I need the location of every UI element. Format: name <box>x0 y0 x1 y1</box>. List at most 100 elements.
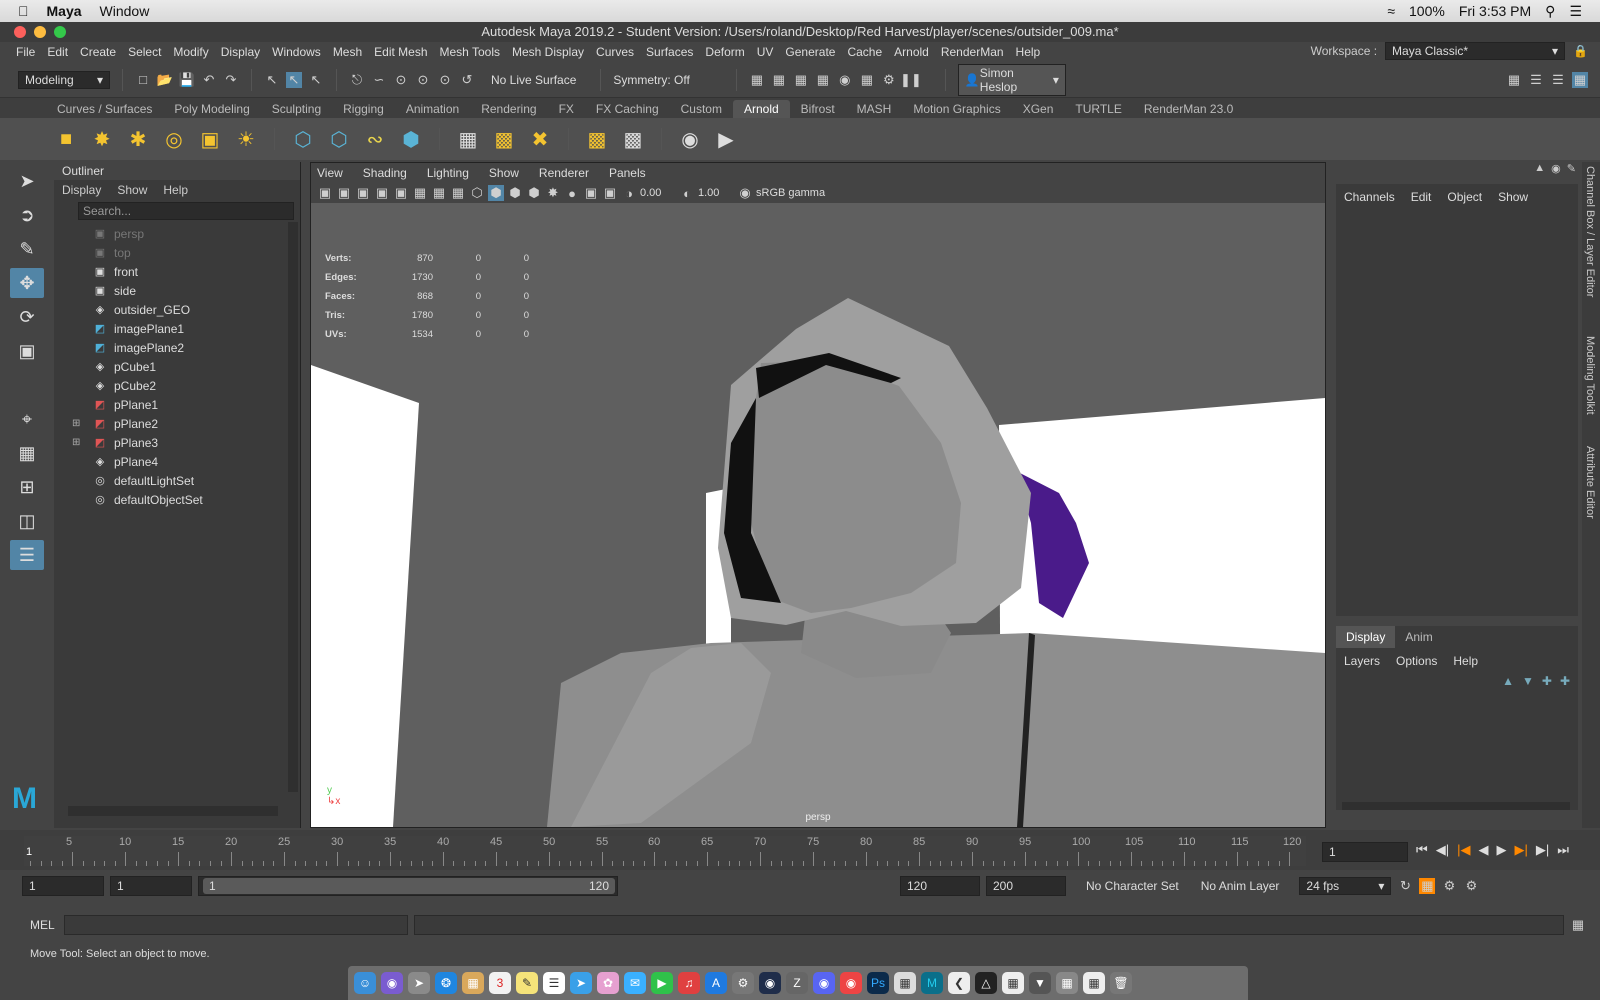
facetime-icon[interactable]: ▶ <box>651 972 673 994</box>
image-plane-toggle-icon[interactable]: ▣ <box>374 185 390 201</box>
vp-menu-show[interactable]: Show <box>489 166 519 180</box>
channel-info-icon[interactable]: ◉ <box>1551 162 1561 176</box>
menu-modify[interactable]: Modify <box>167 45 214 59</box>
expand-icon[interactable]: ⊞ <box>72 437 86 448</box>
document-icon[interactable]: ▦ <box>1083 972 1105 994</box>
mel-label[interactable]: MEL <box>0 918 64 932</box>
tab-rigging[interactable]: Rigging <box>332 100 395 118</box>
outliner-item[interactable]: ◩ pPlane1 <box>54 395 300 414</box>
chrome-icon[interactable]: ◉ <box>840 972 862 994</box>
skydome-light-icon[interactable]: ◎ <box>160 125 188 153</box>
maps-icon[interactable]: ➤ <box>570 972 592 994</box>
menu-create[interactable]: Create <box>74 45 122 59</box>
cb-menu-channels[interactable]: Channels <box>1344 190 1395 204</box>
outliner-item[interactable]: ◎ defaultLightSet <box>54 471 300 490</box>
menu-mesh-display[interactable]: Mesh Display <box>506 45 590 59</box>
open-scene-icon[interactable]: 📂 <box>157 72 173 88</box>
unity-icon[interactable]: △ <box>975 972 997 994</box>
menu-uv[interactable]: UV <box>751 45 780 59</box>
time-slider-track[interactable]: 1 5 10 15 20 25 30 35 40 45 50 55 60 65 70 75 80 85 90 95 1… <box>24 836 1306 866</box>
tab-fx[interactable]: FX <box>548 100 585 118</box>
spotlight-icon[interactable]: ⚲ <box>1545 3 1555 20</box>
siri-icon[interactable]: ◉ <box>381 972 403 994</box>
menu-arnold[interactable]: Arnold <box>888 45 935 59</box>
step-forward-key-icon[interactable]: ▶| <box>1536 842 1549 858</box>
tab-bifrost[interactable]: Bifrost <box>790 100 846 118</box>
cb-menu-edit[interactable]: Edit <box>1411 190 1432 204</box>
tab-anim-layers[interactable]: Anim <box>1395 626 1442 648</box>
tool-settings-icon[interactable]: ☰ <box>1550 72 1566 88</box>
tab-motion-graphics[interactable]: Motion Graphics <box>902 100 1011 118</box>
menu-deform[interactable]: Deform <box>699 45 750 59</box>
move-tool-icon[interactable]: ✥ <box>10 268 44 298</box>
area-light-icon[interactable]: ■ <box>52 125 80 153</box>
undo-icon[interactable]: ↶ <box>201 72 217 88</box>
calendar-icon[interactable]: 3 <box>489 972 511 994</box>
channel-tool-icon[interactable]: ▲ <box>1534 162 1545 176</box>
select-hierarchy-icon[interactable]: ↖ <box>264 72 280 88</box>
lasso-tool-icon[interactable]: ➲ <box>10 200 44 230</box>
cb-menu-object[interactable]: Object <box>1447 190 1482 204</box>
lock-icon[interactable]: 🔒 <box>1573 44 1588 58</box>
apple-icon[interactable]:  <box>18 3 29 19</box>
tab-xgen[interactable]: XGen <box>1012 100 1065 118</box>
snap-surface-icon[interactable]: ⊙ <box>437 72 453 88</box>
zoom-window-button[interactable] <box>54 26 66 38</box>
outliner-menu-show[interactable]: Show <box>117 183 147 197</box>
current-frame-marker[interactable]: 1 <box>26 846 32 858</box>
auto-key-icon[interactable]: ▦ <box>1419 878 1436 894</box>
select-object-icon[interactable]: ↖ <box>286 71 302 88</box>
snap-together-icon[interactable]: ↺ <box>459 72 475 88</box>
pause-icon[interactable]: ❚❚ <box>900 72 922 88</box>
outliner-item[interactable]: ◩ imagePlane1 <box>54 319 300 338</box>
system-prefs-icon[interactable]: ⚙ <box>732 972 754 994</box>
tab-display-layers[interactable]: Display <box>1336 626 1396 648</box>
go-to-start-icon[interactable]: ⏮ <box>1416 842 1428 858</box>
side-tab-modeling-toolkit[interactable]: Modeling Toolkit <box>1582 332 1598 432</box>
tab-fx-caching[interactable]: FX Caching <box>585 100 670 118</box>
reminders-icon[interactable]: ☰ <box>543 972 565 994</box>
film-gate-icon[interactable]: ▦ <box>431 185 447 201</box>
two-pane-icon[interactable]: ◫ <box>10 506 44 536</box>
outliner-item[interactable]: ▣ side <box>54 281 300 300</box>
modeling-toolkit-icon[interactable]: ▦ <box>1506 72 1522 88</box>
layer-menu-help[interactable]: Help <box>1453 654 1478 668</box>
menu-help[interactable]: Help <box>1010 45 1047 59</box>
discord-icon[interactable]: ◉ <box>813 972 835 994</box>
menu-mesh[interactable]: Mesh <box>327 45 368 59</box>
minimize-window-button[interactable] <box>34 26 46 38</box>
gamma-value[interactable]: 1.00 <box>698 187 734 199</box>
messages-icon[interactable]: ✉ <box>624 972 646 994</box>
colorspace-label[interactable]: sRGB gamma <box>756 187 825 199</box>
preview-icon[interactable]: ▦ <box>894 972 916 994</box>
wireframe-icon[interactable]: ⬡ <box>469 185 485 201</box>
snap-curve-icon[interactable]: ∽ <box>371 72 387 88</box>
resolution-gate-icon[interactable]: ▦ <box>450 185 466 201</box>
menu-surfaces[interactable]: Surfaces <box>640 45 699 59</box>
attribute-editor-icon[interactable]: ☰ <box>1528 72 1544 88</box>
exposure-icon[interactable]: ◑ <box>621 185 637 201</box>
window-menu[interactable]: Window <box>100 3 150 19</box>
tab-turtle[interactable]: TURTLE <box>1064 100 1132 118</box>
standin-icon[interactable]: ⬡ <box>289 125 317 153</box>
mesh-light-icon[interactable]: ✸ <box>88 125 116 153</box>
current-frame-field[interactable]: 1 <box>1322 842 1408 862</box>
new-layer-selected-icon[interactable]: ✚ <box>1560 674 1570 688</box>
play-forward-icon[interactable]: ▶ <box>1496 842 1506 858</box>
snap-view-icon[interactable]: ⊙ <box>415 72 431 88</box>
outliner-item[interactable]: ◈ outsider_GEO <box>54 300 300 319</box>
outliner-item[interactable]: ◈ pPlane4 <box>54 452 300 471</box>
vp-menu-view[interactable]: View <box>317 166 343 180</box>
menu-edit-mesh[interactable]: Edit Mesh <box>368 45 433 59</box>
render-play-icon[interactable]: ▶ <box>712 125 740 153</box>
step-forward-frame-icon[interactable]: ▶| <box>1514 842 1527 858</box>
menu-cache[interactable]: Cache <box>841 45 888 59</box>
tab-poly-modeling[interactable]: Poly Modeling <box>163 100 260 118</box>
new-layer-icon[interactable]: ✚ <box>1542 674 1552 688</box>
account-dropdown[interactable]: 👤 Simon Heslop ▾ <box>957 63 1066 96</box>
loop-icon[interactable]: ↻ <box>1397 878 1413 894</box>
outliner-item[interactable]: ◈ pCube1 <box>54 357 300 376</box>
vscode-icon[interactable]: ❮ <box>948 972 970 994</box>
wireframe-on-shaded-icon[interactable]: ⬢ <box>507 185 523 201</box>
menu-select[interactable]: Select <box>122 45 167 59</box>
